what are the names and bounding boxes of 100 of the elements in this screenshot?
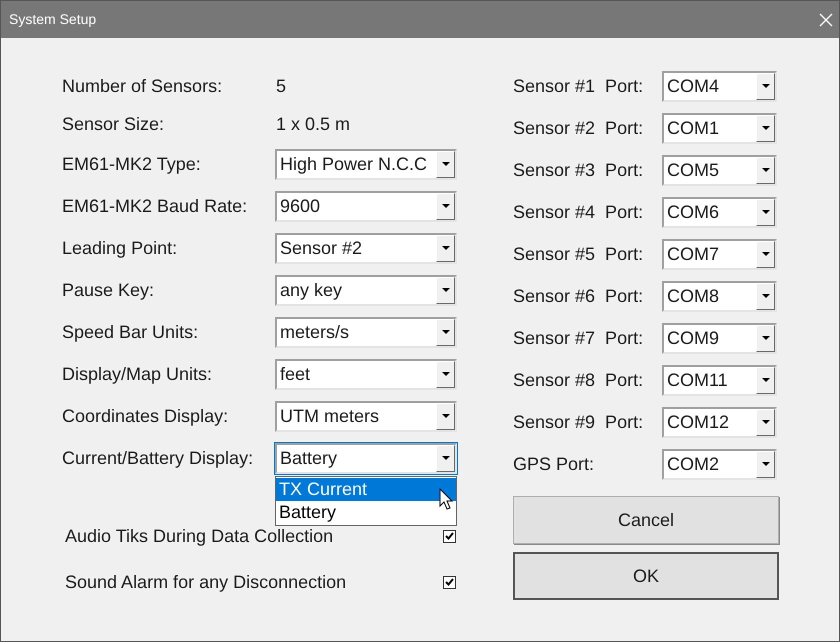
dropdown-value: COM7 (666, 242, 720, 266)
field-label: Sensor #4 Port: (513, 200, 644, 224)
dropdown[interactable]: COM6 (662, 196, 777, 228)
dropdown-button[interactable] (436, 318, 455, 346)
dropdown[interactable]: High Power N.C.C (275, 148, 457, 180)
dropdown-button[interactable] (756, 450, 775, 478)
field-label: Leading Point: (62, 236, 178, 260)
dropdown-button[interactable] (436, 402, 455, 430)
dropdown-value: COM8 (666, 284, 720, 308)
field-label: Sensor #1 Port: (513, 74, 644, 98)
field-label: Pause Key: (62, 278, 156, 302)
dropdown-value: feet (279, 362, 312, 386)
dropdown-button[interactable] (436, 444, 455, 472)
caret-icon (442, 372, 450, 376)
caret-icon (442, 288, 450, 292)
dropdown-value: 9600 (279, 194, 322, 218)
dropdown-value: meters/s (279, 320, 350, 344)
caret-icon (442, 330, 450, 334)
caret-icon (762, 294, 770, 298)
dropdown[interactable]: meters/s (275, 316, 457, 348)
dropdown-value: COM1 (666, 116, 720, 140)
close-icon[interactable] (819, 12, 833, 26)
dropdown[interactable]: any key (275, 274, 457, 306)
field-label: Speed Bar Units: (62, 320, 200, 344)
field-value: 5 (276, 74, 286, 98)
field-label: Sensor #7 Port: (513, 326, 644, 350)
dropdown[interactable]: feet (275, 358, 457, 390)
dropdown-button[interactable] (756, 408, 775, 436)
caret-icon (762, 84, 770, 88)
dropdown-button[interactable] (756, 324, 775, 352)
dropdown-button[interactable] (756, 156, 775, 184)
dropdown[interactable]: COM12 (662, 406, 777, 438)
dropdown-value: any key (279, 278, 344, 302)
caret-icon (762, 168, 770, 172)
dropdown-value: COM12 (666, 410, 730, 434)
dropdown-button[interactable] (436, 360, 455, 388)
dropdown-button[interactable] (756, 114, 775, 142)
checkmark-icon (445, 578, 454, 586)
dropdown[interactable]: COM11 (662, 364, 777, 396)
caret-icon (762, 126, 770, 130)
field-label: Sensor #3 Port: (513, 158, 644, 182)
dropdown[interactable]: COM4 (662, 70, 777, 102)
dropdown-value: High Power N.C.C (279, 152, 428, 176)
dropdown-button[interactable] (756, 72, 775, 100)
caret-icon (762, 252, 770, 256)
dropdown-value: COM4 (666, 74, 720, 98)
dropdown-value: UTM meters (279, 404, 380, 428)
field-label: Sensor #8 Port: (513, 368, 644, 392)
checkbox-label: Sound Alarm for any Disconnection (65, 570, 348, 594)
checkmark-icon (445, 532, 454, 540)
dropdown[interactable]: COM5 (662, 154, 777, 186)
dropdown-value: COM2 (666, 452, 720, 476)
dialog-button[interactable]: Cancel (513, 496, 779, 544)
caret-icon (442, 456, 450, 460)
caret-icon (442, 246, 450, 250)
field-label: Sensor #5 Port: (513, 242, 644, 266)
field-label: Sensor #9 Port: (513, 410, 644, 434)
caret-icon (762, 336, 770, 340)
dropdown[interactable]: COM8 (662, 280, 777, 312)
field-label: Sensor #6 Port: (513, 284, 644, 308)
dialog-button[interactable]: OK (513, 552, 779, 600)
dropdown[interactable]: COM7 (662, 238, 777, 270)
dropdown[interactable]: COM1 (662, 112, 777, 144)
dropdown-button[interactable] (436, 276, 455, 304)
cursor-icon (439, 488, 453, 510)
dropdown[interactable]: Sensor #2 (275, 232, 457, 264)
dropdown-button[interactable] (436, 234, 455, 262)
dropdown-option[interactable]: Battery (276, 500, 456, 524)
dropdown[interactable]: COM9 (662, 322, 777, 354)
caret-icon (442, 414, 450, 418)
dropdown[interactable]: COM2 (662, 448, 777, 480)
field-label: Sensor #2 Port: (513, 116, 644, 140)
field-label: Current/Battery Display: (62, 446, 254, 470)
caret-icon (762, 210, 770, 214)
dropdown[interactable]: UTM meters (275, 400, 457, 432)
field-label: Display/Map Units: (62, 362, 214, 386)
field-label: Number of Sensors: (62, 74, 224, 98)
dropdown-button[interactable] (756, 282, 775, 310)
field-label: GPS Port: (513, 452, 596, 476)
dropdown-value: Sensor #2 (279, 236, 364, 260)
field-label: EM61-MK2 Type: (62, 152, 202, 176)
caret-icon (762, 378, 770, 382)
dropdown-value: COM9 (666, 326, 720, 350)
dropdown-button[interactable] (756, 240, 775, 268)
dropdown[interactable]: 9600 (275, 190, 457, 222)
dropdown-value: COM11 (666, 368, 729, 392)
caret-icon (442, 204, 450, 208)
caret-icon (762, 420, 770, 424)
checkbox[interactable] (443, 576, 456, 588)
caret-icon (442, 162, 450, 166)
field-label: EM61-MK2 Baud Rate: (62, 194, 248, 218)
dropdown[interactable]: Battery (275, 442, 457, 474)
checkbox[interactable] (443, 530, 456, 542)
dropdown-button[interactable] (756, 366, 775, 394)
field-label: Coordinates Display: (62, 404, 230, 428)
dropdown-button[interactable] (436, 150, 455, 178)
checkbox-label: Audio Tiks During Data Collection (65, 524, 334, 548)
window-title: System Setup (9, 10, 96, 29)
dropdown-button[interactable] (436, 192, 455, 220)
dropdown-button[interactable] (756, 198, 775, 226)
